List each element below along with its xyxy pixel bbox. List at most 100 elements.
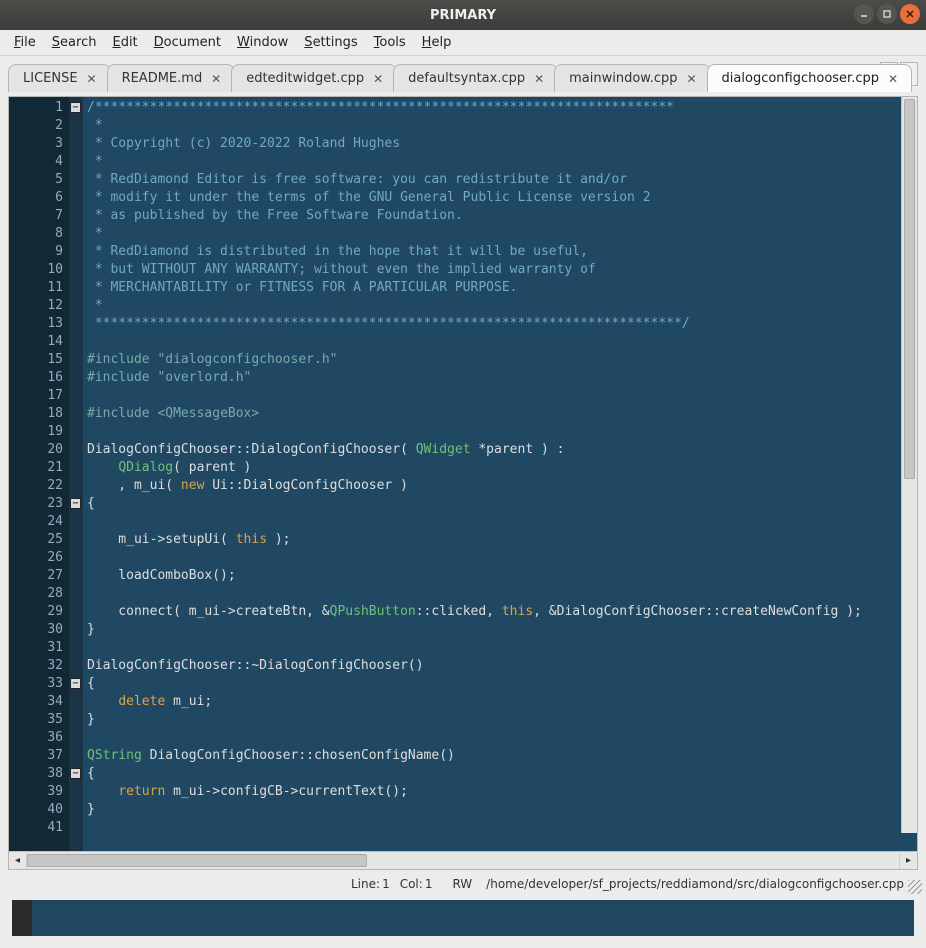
line-number: 3 [11,135,63,153]
code-line[interactable]: delete m_ui; [87,693,913,711]
line-number: 28 [11,585,63,603]
code-line[interactable]: #include <QMessageBox> [87,405,913,423]
line-number: 19 [11,423,63,441]
code-line[interactable] [87,333,913,351]
code-line[interactable]: QDialog( parent ) [87,459,913,477]
code-line[interactable]: { [87,495,913,513]
tabbar: LICENSE✕README.md✕edteditwidget.cpp✕defa… [0,56,926,92]
fold-toggle-icon[interactable]: − [70,678,81,689]
line-number: 20 [11,441,63,459]
code-line[interactable]: * [87,117,913,135]
code-line[interactable]: } [87,801,913,819]
code-line[interactable] [87,513,913,531]
tab-label: defaultsyntax.cpp [408,71,525,86]
tab-close-icon[interactable]: ✕ [210,73,222,85]
fold-toggle-icon[interactable]: − [70,498,81,509]
fold-toggle-icon[interactable]: − [70,102,81,113]
code-line[interactable] [87,639,913,657]
fold-column[interactable]: − − − − [69,97,83,851]
line-number: 6 [11,189,63,207]
line-number: 15 [11,351,63,369]
hscroll-track[interactable] [27,852,899,869]
code-line[interactable] [87,819,913,837]
close-button[interactable] [900,4,920,24]
menu-file[interactable]: File [6,31,44,54]
line-number: 12 [11,297,63,315]
line-number: 27 [11,567,63,585]
code-line[interactable]: , m_ui( new Ui::DialogConfigChooser ) [87,477,913,495]
code-line[interactable]: * RedDiamond is distributed in the hope … [87,243,913,261]
code-line[interactable]: #include "overlord.h" [87,369,913,387]
resize-grip-icon[interactable] [908,880,922,894]
code-line[interactable]: return m_ui->configCB->currentText(); [87,783,913,801]
code-line[interactable]: * RedDiamond Editor is free software: yo… [87,171,913,189]
menu-settings[interactable]: Settings [296,31,365,54]
code-line[interactable]: ****************************************… [87,315,913,333]
hscroll-right-button[interactable]: ▸ [899,852,917,869]
status-col-label: Col: [400,877,423,891]
tab-close-icon[interactable]: ✕ [86,73,98,85]
code-line[interactable] [87,729,913,747]
status-mode: RW [452,877,472,891]
code-line[interactable]: loadComboBox(); [87,567,913,585]
code-line[interactable]: * but WITHOUT ANY WARRANTY; without even… [87,261,913,279]
menu-tools[interactable]: Tools [366,31,414,54]
tab-close-icon[interactable]: ✕ [533,73,545,85]
code-line[interactable] [87,387,913,405]
vertical-scrollbar[interactable] [901,97,917,833]
code-line[interactable]: connect( m_ui->createBtn, &QPushButton::… [87,603,913,621]
line-number: 29 [11,603,63,621]
fold-toggle-icon[interactable]: − [70,768,81,779]
code-line[interactable]: * Copyright (c) 2020-2022 Roland Hughes [87,135,913,153]
code-line[interactable] [87,549,913,567]
code-area[interactable]: /***************************************… [83,97,917,851]
code-line[interactable]: * [87,225,913,243]
code-line[interactable]: { [87,675,913,693]
menu-document[interactable]: Document [146,31,229,54]
tab-close-icon[interactable]: ✕ [887,73,899,85]
menu-window[interactable]: Window [229,31,296,54]
tab-edteditwidget-cpp[interactable]: edteditwidget.cpp ✕ [231,64,397,92]
menu-help[interactable]: Help [414,31,460,54]
horizontal-scrollbar[interactable]: ◂ ▸ [9,851,917,869]
vertical-scrollbar-thumb[interactable] [904,99,915,479]
code-editor[interactable]: 1234567891011121314151617181920212223242… [9,97,917,851]
line-number: 17 [11,387,63,405]
tab-label: edteditwidget.cpp [246,71,364,86]
tab-license[interactable]: LICENSE✕ [8,64,111,92]
menu-edit[interactable]: Edit [104,31,145,54]
code-line[interactable]: DialogConfigChooser::DialogConfigChooser… [87,441,913,459]
code-line[interactable]: QString DialogConfigChooser::chosenConfi… [87,747,913,765]
hscroll-left-button[interactable]: ◂ [9,852,27,869]
maximize-button[interactable] [877,4,897,24]
hscroll-thumb[interactable] [27,854,367,867]
command-bar [12,900,914,936]
code-line[interactable]: } [87,711,913,729]
code-line[interactable]: #include "dialogconfigchooser.h" [87,351,913,369]
tab-dialogconfigchooser-cpp[interactable]: dialogconfigchooser.cpp✕ [707,64,912,92]
menu-search[interactable]: Search [44,31,105,54]
code-line[interactable]: { [87,765,913,783]
titlebar: PRIMARY [0,0,926,30]
command-input[interactable] [32,900,914,936]
tab-defaultsyntax-cpp[interactable]: defaultsyntax.cpp ✕ [393,64,558,92]
code-line[interactable]: * as published by the Free Software Foun… [87,207,913,225]
tab-readme-md[interactable]: README.md✕ [107,64,236,92]
code-line[interactable]: } [87,621,913,639]
code-line[interactable]: * [87,297,913,315]
tab-mainwindow-cpp[interactable]: mainwindow.cpp✕ [554,64,710,92]
code-line[interactable]: * modify it under the terms of the GNU G… [87,189,913,207]
code-line[interactable] [87,423,913,441]
code-line[interactable]: * MERCHANTABILITY or FITNESS FOR A PARTI… [87,279,913,297]
code-line[interactable]: /***************************************… [87,99,913,117]
code-line[interactable]: DialogConfigChooser::~DialogConfigChoose… [87,657,913,675]
line-number: 1 [11,99,63,117]
code-line[interactable]: m_ui->setupUi( this ); [87,531,913,549]
tab-close-icon[interactable]: ✕ [372,73,384,85]
line-number: 8 [11,225,63,243]
status-filepath: /home/developer/sf_projects/reddiamond/s… [486,877,904,891]
code-line[interactable] [87,585,913,603]
minimize-button[interactable] [854,4,874,24]
code-line[interactable]: * [87,153,913,171]
tab-close-icon[interactable]: ✕ [686,73,698,85]
